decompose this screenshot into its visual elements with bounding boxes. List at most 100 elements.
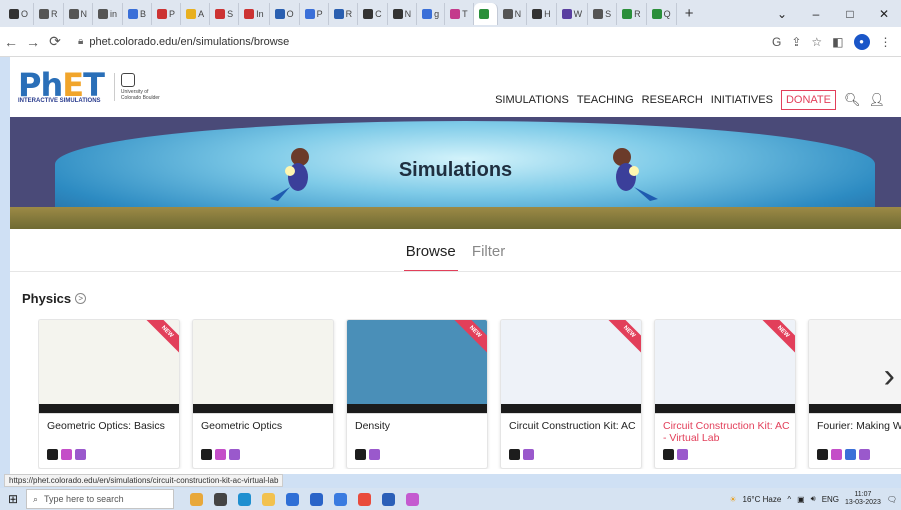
widgets-icon[interactable] xyxy=(190,492,203,506)
forward-icon[interactable]: → xyxy=(22,34,44,50)
browser-tab[interactable]: In xyxy=(239,2,270,25)
browser-tab[interactable]: N xyxy=(388,2,418,25)
clock[interactable]: 11:07 13-03-2023 xyxy=(845,491,881,507)
status-url-tooltip: https://phet.colorado.edu/en/simulations… xyxy=(4,474,284,487)
simulation-title[interactable]: Geometric Optics xyxy=(201,420,329,432)
browser-tab[interactable]: in xyxy=(93,2,124,25)
notifications-icon[interactable]: 🗨︎ xyxy=(887,495,897,504)
new-ribbon: NEW xyxy=(449,320,487,358)
tab-label: S xyxy=(227,8,234,19)
browser-tab[interactable]: R xyxy=(617,2,647,25)
weather-text[interactable]: 16°C Haze xyxy=(743,495,782,504)
volume-icon[interactable]: 🔊︎ xyxy=(811,494,816,504)
store-icon[interactable] xyxy=(286,492,299,506)
clock-time: 11:07 xyxy=(854,491,872,498)
simulation-thumbnail: NEW xyxy=(39,320,179,414)
university-logo: University of Colorado Boulder xyxy=(113,73,164,101)
bookmark-star-icon[interactable]: ☆ xyxy=(811,35,822,49)
browser-tab[interactable]: R xyxy=(329,2,359,25)
browser-tab[interactable]: N xyxy=(498,2,528,25)
browser-tab[interactable]: B xyxy=(123,2,153,25)
phet-logo[interactable]: PhET INTERACTIVE SIMULATIONS University … xyxy=(18,66,164,104)
simulation-card[interactable]: NEW Circuit Construction Kit: AC - Virtua… xyxy=(654,319,796,469)
simulation-title[interactable]: Geometric Optics: Basics xyxy=(47,420,175,432)
tab-label: in xyxy=(110,8,118,19)
reload-icon[interactable]: ⟳ xyxy=(44,33,66,50)
simulation-card[interactable]: Geometric Optics xyxy=(192,319,334,469)
new-tab-button[interactable]: + xyxy=(685,5,694,22)
weather-icon[interactable]: ☀ xyxy=(729,495,736,504)
tab-search-chevron-icon[interactable]: ⌄ xyxy=(765,7,799,21)
simulation-card[interactable]: NEW Density xyxy=(346,319,488,469)
physics-section-title[interactable]: Physics > xyxy=(22,291,87,306)
network-icon[interactable]: ▣ xyxy=(797,495,805,504)
thumbnail-navbar xyxy=(193,404,333,413)
url-field[interactable]: 🔒︎ phet.colorado.edu/en/simulations/brow… xyxy=(72,31,762,53)
search-icon[interactable]: 🔍︎ xyxy=(844,92,861,108)
tab-filter[interactable]: Filter xyxy=(472,243,505,260)
browser-tab[interactable]: H xyxy=(527,2,557,25)
browser-tab[interactable]: T xyxy=(445,2,474,25)
browser-tab[interactable] xyxy=(473,2,498,25)
tab-favicon-icon xyxy=(422,8,433,19)
simulation-title[interactable]: Fourier: Making Waves xyxy=(817,420,901,432)
carousel-next-icon[interactable]: › xyxy=(884,357,895,396)
maximize-button[interactable]: □ xyxy=(833,7,867,21)
tab-favicon-icon xyxy=(244,8,255,19)
profile-avatar[interactable]: ● xyxy=(853,33,870,50)
sidepanel-icon[interactable]: ◧ xyxy=(832,35,843,49)
browser-tab[interactable]: W xyxy=(557,2,589,25)
browser-tab[interactable]: R xyxy=(34,2,64,25)
browser-tab[interactable]: N xyxy=(64,2,94,25)
nav-simulations[interactable]: SIMULATIONS xyxy=(495,94,569,106)
google-icon[interactable]: G xyxy=(772,35,781,49)
browser-tab[interactable]: P xyxy=(300,2,329,25)
chrome-icon[interactable] xyxy=(358,492,371,506)
minimize-button[interactable]: – xyxy=(799,7,833,21)
task-view-icon[interactable] xyxy=(214,492,227,506)
simulation-title[interactable]: Density xyxy=(355,420,483,432)
nav-research[interactable]: RESEARCH xyxy=(642,94,703,106)
taskbar-search-input[interactable]: ⌕ Type here to search xyxy=(26,489,174,509)
browser-tab[interactable]: S xyxy=(210,2,240,25)
simulation-card[interactable]: NEW Circuit Construction Kit: AC xyxy=(500,319,642,469)
nav-initiatives[interactable]: INITIATIVES xyxy=(711,94,773,106)
browser-tab[interactable]: A xyxy=(181,2,211,25)
tab-favicon-icon xyxy=(532,8,543,19)
windows-start-icon[interactable]: ⊞ xyxy=(0,492,26,506)
close-button[interactable]: ✕ xyxy=(867,7,901,21)
word-icon[interactable] xyxy=(382,492,395,506)
donate-button[interactable]: DONATE xyxy=(780,90,836,110)
browser-tab[interactable]: C xyxy=(358,2,388,25)
browser-tab[interactable]: Q xyxy=(647,2,677,25)
browser-tab[interactable]: g xyxy=(417,2,446,25)
blue-badge-icon xyxy=(845,449,856,460)
user-icon[interactable]: 👤︎ xyxy=(868,92,885,108)
tray-chevron-icon[interactable]: ^ xyxy=(787,495,791,504)
browser-tab[interactable]: P xyxy=(152,2,182,25)
section-help-icon[interactable]: > xyxy=(75,293,87,304)
simulation-title[interactable]: Circuit Construction Kit: AC - Virtual L… xyxy=(663,420,791,444)
violet-badge-icon xyxy=(859,449,870,460)
phet-logo-word: PhET xyxy=(18,66,105,104)
browser-tab[interactable]: S xyxy=(588,2,618,25)
lang-indicator[interactable]: ENG xyxy=(822,495,839,504)
browser-tab[interactable]: O xyxy=(270,2,300,25)
tab-favicon-icon xyxy=(186,8,197,19)
menu-icon[interactable]: ⋮ xyxy=(880,35,892,49)
paint-icon[interactable] xyxy=(406,492,419,506)
share-icon[interactable]: ⇪ xyxy=(791,35,801,49)
edge-icon[interactable] xyxy=(238,492,251,506)
search-icon: ⌕ xyxy=(33,493,39,504)
browser-tab[interactable]: O xyxy=(4,2,35,25)
app-icon[interactable] xyxy=(334,492,347,506)
tab-favicon-icon xyxy=(9,8,19,19)
mail-icon[interactable] xyxy=(310,492,323,506)
file-explorer-icon[interactable] xyxy=(262,492,275,506)
back-icon[interactable]: ← xyxy=(0,34,22,50)
simulation-card[interactable]: NEW Geometric Optics: Basics xyxy=(38,319,180,469)
tab-label: g xyxy=(434,8,440,19)
tab-browse[interactable]: Browse xyxy=(403,243,458,272)
simulation-title[interactable]: Circuit Construction Kit: AC xyxy=(509,420,637,432)
nav-teaching[interactable]: TEACHING xyxy=(577,94,634,106)
